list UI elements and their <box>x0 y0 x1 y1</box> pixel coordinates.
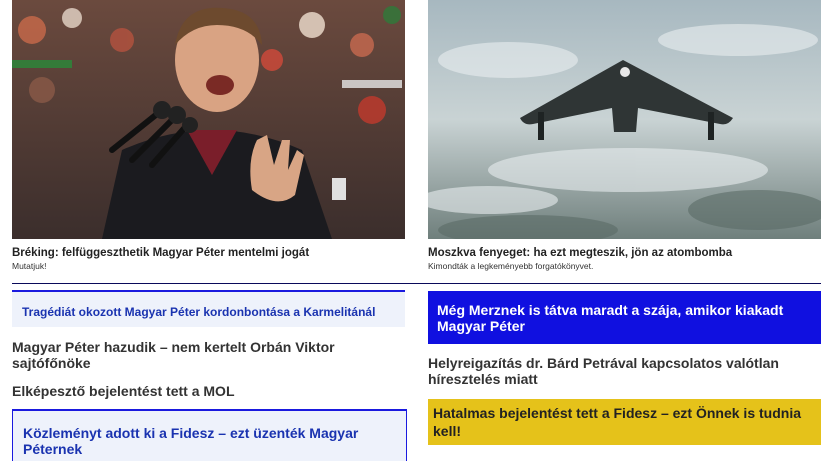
card-title[interactable]: Bréking: felfüggeszthetik Magyar Péter m… <box>12 247 405 260</box>
news-card-right[interactable]: Moszkva fenyeget: ha ezt megteszik, jön … <box>428 0 821 272</box>
highlight-link-text[interactable]: Tragédiát okozott Magyar Péter kordonbon… <box>22 305 375 319</box>
headline-link[interactable]: Elképesztő bejelentést tett a MOL <box>12 383 392 399</box>
featured-blue-text[interactable]: Még Merznek is tátva maradt a szája, ami… <box>437 302 807 334</box>
card-subtitle: Mutatjuk! <box>12 261 47 271</box>
card-subtitle: Kimondták a legkeményebb forgatókönyvet. <box>428 261 594 271</box>
speaker-photo[interactable] <box>12 0 405 239</box>
news-card-left[interactable]: Bréking: felfüggeszthetik Magyar Péter m… <box>12 0 405 272</box>
highlight-link[interactable]: Tragédiát okozott Magyar Péter kordonbon… <box>12 290 405 327</box>
headline-link[interactable]: Magyar Péter hazudik – nem kertelt Orbán… <box>12 339 352 371</box>
featured-blue-link[interactable]: Még Merznek is tátva maradt a szája, ami… <box>428 291 821 344</box>
section-divider <box>12 283 821 284</box>
card-title[interactable]: Moszkva fenyeget: ha ezt megteszik, jön … <box>428 247 821 260</box>
featured-yellow-text[interactable]: Hatalmas bejelentést tett a Fidesz – ezt… <box>433 404 813 440</box>
featured-yellow-link[interactable]: Hatalmas bejelentést tett a Fidesz – ezt… <box>428 399 821 445</box>
headline-link[interactable]: Helyreigazítás dr. Bárd Petrával kapcsol… <box>428 355 808 387</box>
highlight-link[interactable]: Közleményt adott ki a Fidesz – ezt üzent… <box>12 409 407 461</box>
highlight-link-text[interactable]: Közleményt adott ki a Fidesz – ezt üzent… <box>23 425 393 457</box>
drone-photo[interactable] <box>428 0 821 239</box>
